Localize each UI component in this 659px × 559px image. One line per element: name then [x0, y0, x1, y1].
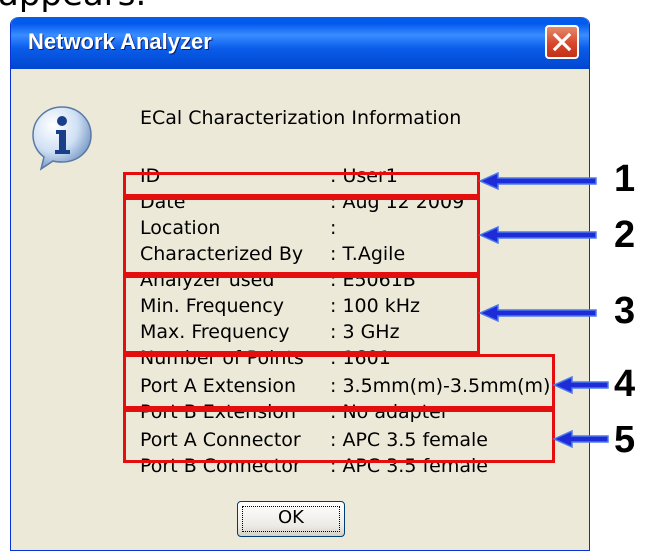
title-bar[interactable]: Network Analyzer [11, 17, 589, 69]
arrow-icon [478, 172, 597, 190]
info-heading: ECal Characterization Information [140, 107, 462, 129]
dialog-title: Network Analyzer [28, 29, 212, 54]
highlight-box-3 [123, 275, 480, 354]
callout-number-5: 5 [614, 419, 636, 461]
highlight-box-1 [123, 172, 480, 197]
callout-number-3: 3 [614, 290, 636, 332]
arrow-icon [478, 304, 597, 322]
callout-number-4: 4 [614, 363, 636, 405]
arrow-icon [478, 226, 597, 244]
callout-number-1: 1 [614, 158, 636, 200]
close-button[interactable] [545, 25, 579, 59]
info-icon [32, 106, 92, 171]
highlight-box-5 [123, 409, 555, 463]
ok-button[interactable]: OK [237, 501, 345, 537]
highlight-box-2 [123, 197, 480, 275]
clipped-caption-text: appears. [0, 0, 146, 18]
close-icon [552, 32, 572, 52]
arrow-icon [552, 430, 609, 448]
ok-button-label: OK [278, 507, 304, 528]
arrow-icon [552, 376, 609, 394]
callout-number-2: 2 [614, 214, 636, 256]
highlight-box-4 [123, 354, 555, 409]
